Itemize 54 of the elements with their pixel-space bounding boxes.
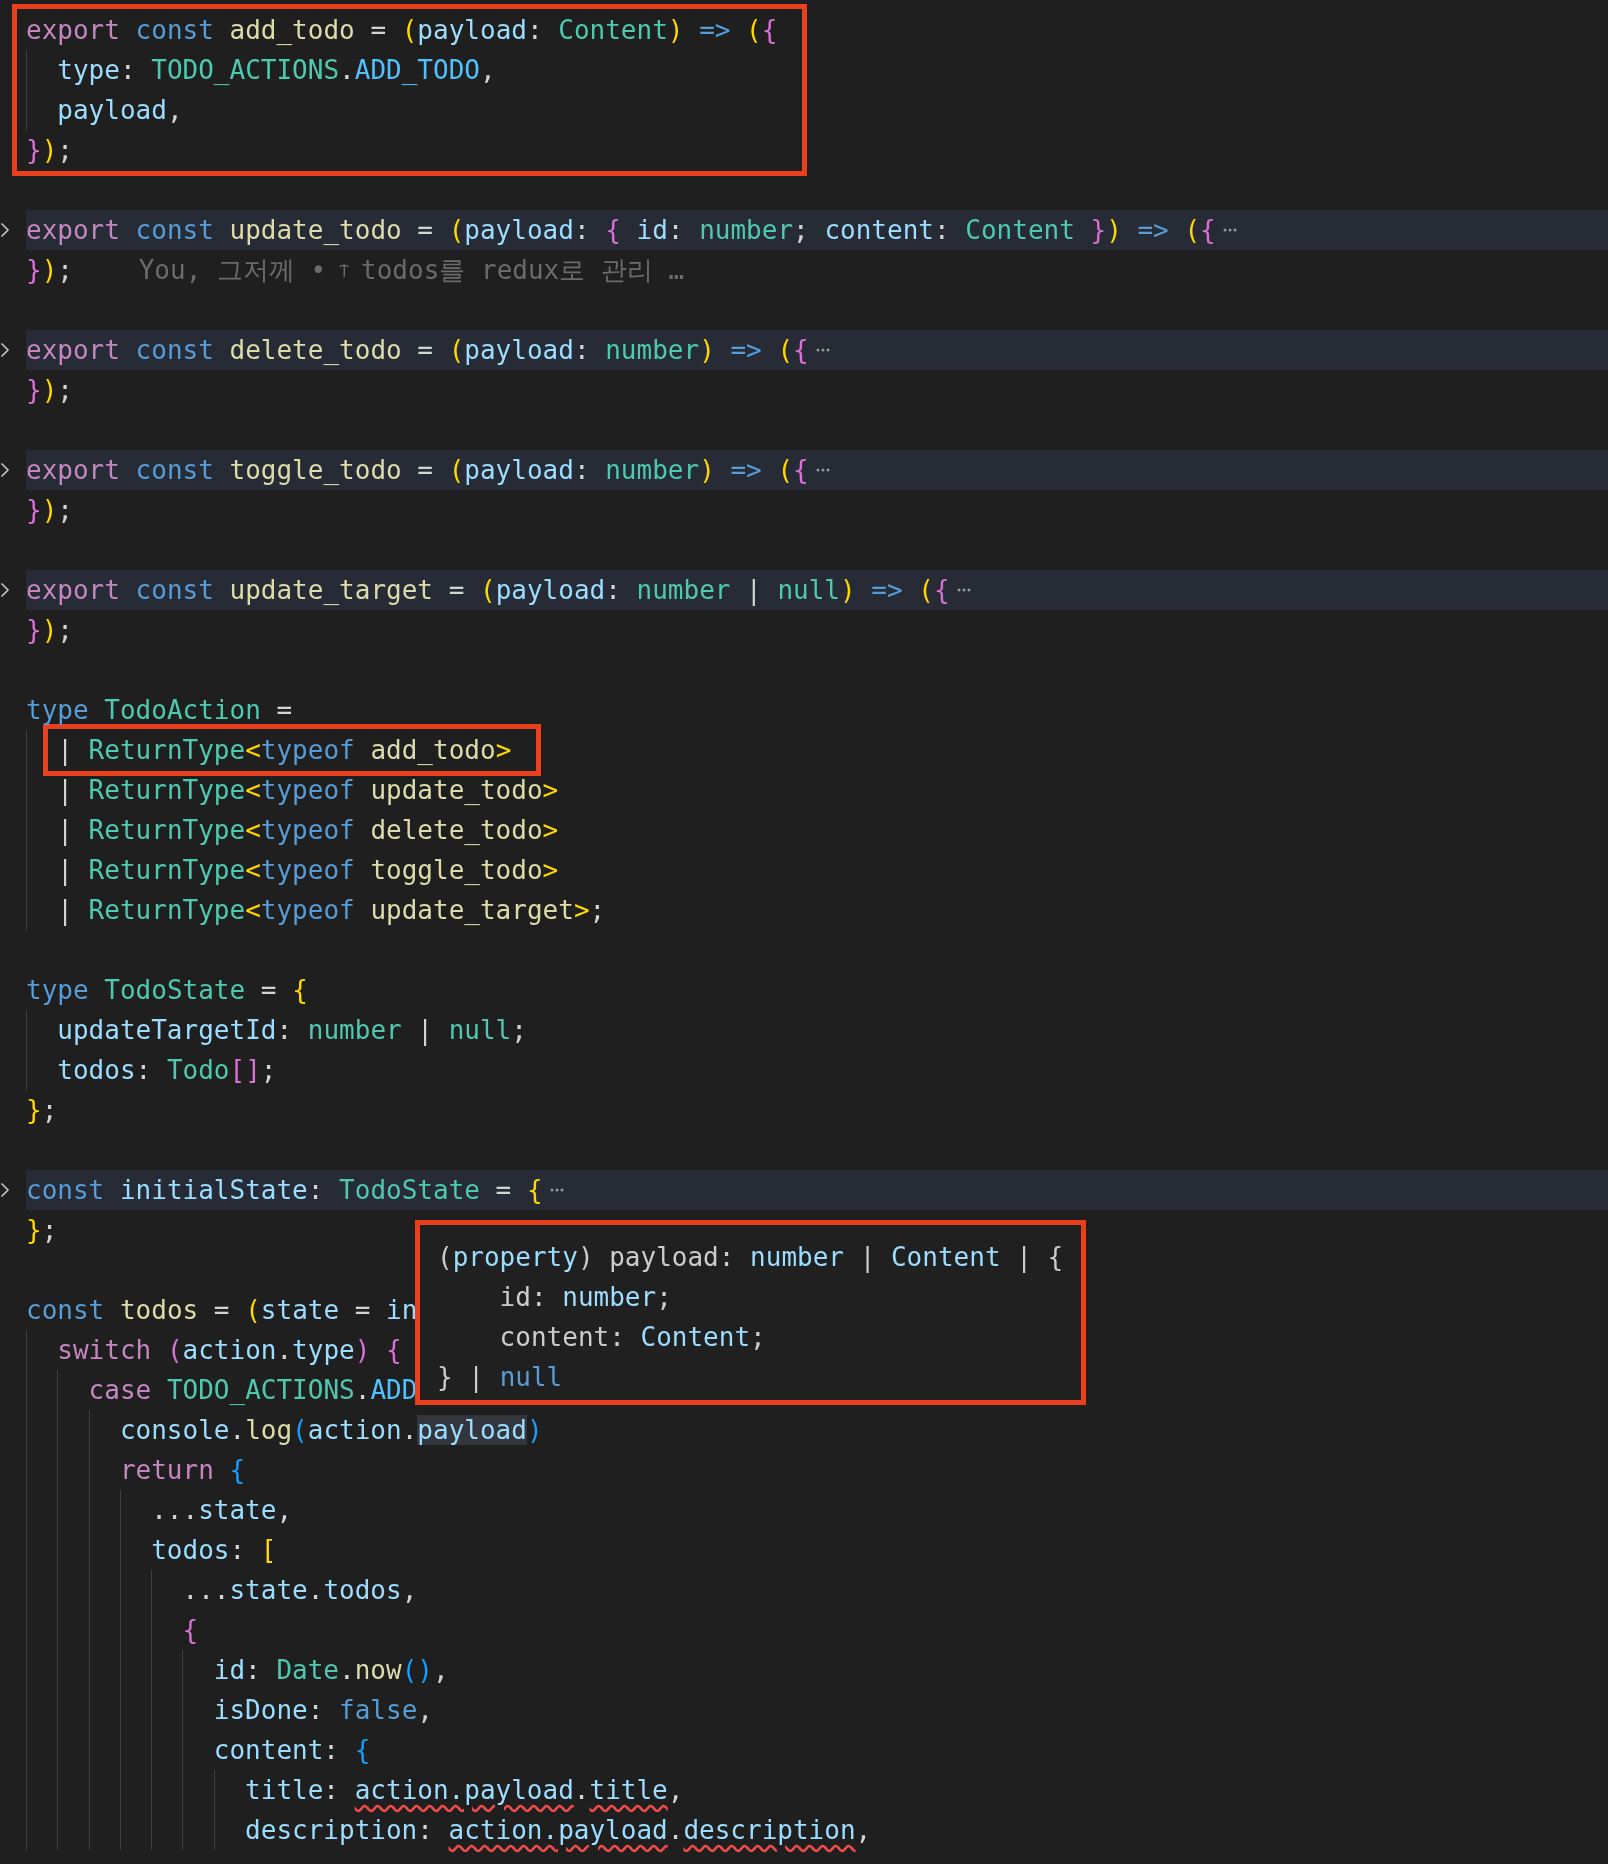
code-line: content: { (213, 1734, 371, 1767)
code-line: const todos = (state = in (26, 1294, 418, 1327)
code-line: isDone: false, (213, 1694, 433, 1727)
code-line: export const update_target = (payload: number | null) => ({ (26, 574, 950, 608)
hover-line: content: Content; (499, 1321, 766, 1354)
blame-message: todos를 redux로 관리 … (361, 254, 685, 287)
fold-chevron-icon[interactable] (0, 582, 10, 598)
code-line: export const add_todo = (payload: Content) => ({ (26, 14, 778, 47)
code-line: id: Date.now(), (213, 1654, 449, 1687)
ellipsis-icon[interactable] (814, 346, 831, 354)
code-line: { (182, 1614, 199, 1647)
fold-chevron-icon[interactable] (0, 222, 10, 238)
ellipsis-icon[interactable] (955, 586, 972, 594)
code-line: | ReturnType<typeof add_todo> (57, 734, 512, 768)
code-line: }; (26, 1094, 58, 1127)
code-line: title: action.payload.title, (245, 1774, 684, 1807)
code-line: payload, (57, 94, 183, 127)
code-line: }); (26, 374, 73, 407)
ellipsis-icon[interactable] (814, 466, 831, 474)
code-line: }); (26, 134, 73, 167)
code-line: switch (action.type) { (57, 1334, 402, 1367)
code-line: }; (26, 1214, 58, 1247)
hover-line: (property) payload: number | Content | { (437, 1241, 1064, 1275)
code-line: return { (119, 1454, 246, 1487)
fold-chevron-icon[interactable] (0, 462, 10, 478)
code-line: export const delete_todo = (payload: number) => ({ (26, 334, 809, 367)
code-line: todos: [ (151, 1534, 277, 1567)
fold-chevron-icon[interactable] (0, 342, 10, 358)
blame-author: You, 그저께 • (138, 254, 327, 287)
code-line: }); (26, 254, 73, 287)
code-line: | ReturnType<typeof update_target>; (57, 894, 606, 928)
code-line: ...state, (151, 1494, 293, 1527)
code-line: case TODO_ACTIONS.ADD (88, 1374, 418, 1407)
code-line: type: TODO_ACTIONS.ADD_TODO, (57, 54, 496, 87)
code-line: export const update_todo = (payload: { id: number; content: Content }) => ({ (26, 214, 1216, 247)
code-line: }); (26, 614, 73, 647)
code-line: }); (26, 494, 73, 527)
code-line: todos: Todo[]; (57, 1054, 277, 1087)
code-line: | ReturnType<typeof delete_todo> (57, 814, 559, 848)
code-line: type TodoAction = (26, 694, 293, 727)
code-line: type TodoState = { (26, 974, 308, 1007)
code-line: console.log(action.payload) (119, 1414, 543, 1447)
code-line: updateTargetId: number | null; (57, 1014, 527, 1048)
code-line: export const toggle_todo = (payload: number) => ({ (26, 454, 809, 487)
code-line: const initialState: TodoState = { (26, 1174, 543, 1207)
hover-line: id: number; (499, 1281, 672, 1314)
code-line: ...state.todos, (182, 1574, 418, 1607)
code-line: | ReturnType<typeof update_todo> (57, 774, 559, 808)
fold-chevron-icon[interactable] (0, 1182, 10, 1198)
ellipsis-icon[interactable] (548, 1186, 565, 1194)
code-line: | ReturnType<typeof toggle_todo> (57, 854, 559, 888)
hover-line: } | null (437, 1361, 563, 1395)
ellipsis-icon[interactable] (1221, 226, 1238, 234)
code-line: description: action.payload.description, (245, 1814, 872, 1847)
